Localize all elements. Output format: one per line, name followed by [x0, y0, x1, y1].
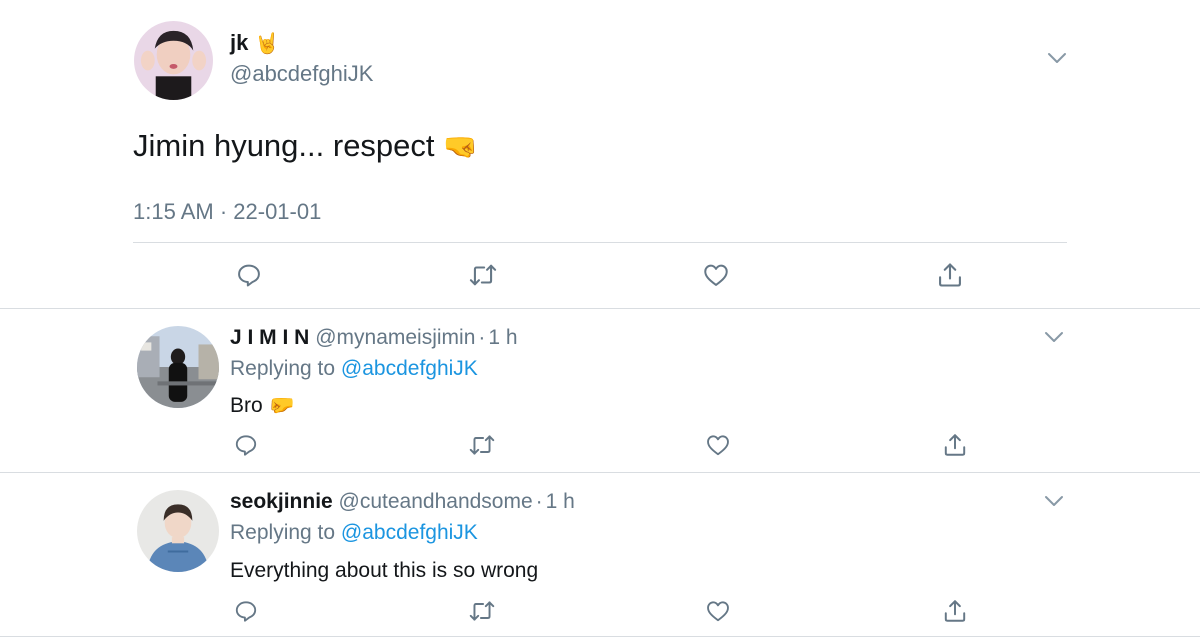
time-separator: · — [478, 326, 486, 349]
retweet-button[interactable] — [465, 428, 499, 462]
avatar-jimin[interactable] — [137, 326, 219, 408]
replying-to-link[interactable]: @abcdefghiJK — [341, 357, 478, 380]
reply-header: seokjinnie @cuteandhandsome · 1 h — [230, 489, 575, 515]
retweet-button[interactable] — [465, 594, 499, 628]
retweet-button[interactable] — [466, 258, 500, 292]
retweet-icon — [469, 601, 495, 621]
avatar-seokjinnie[interactable] — [137, 490, 219, 572]
tweet-text-line: Jimin hyung... respect 🤜 — [133, 127, 478, 166]
reply-menu-button[interactable] — [1043, 329, 1065, 345]
tweet-menu-button[interactable] — [1046, 50, 1068, 66]
reply-author-handle[interactable]: @cuteandhandsome — [339, 490, 533, 513]
retweet-icon — [469, 264, 497, 286]
author-name[interactable]: jk — [230, 30, 248, 55]
reply-author-handle[interactable]: @mynameisjimin — [315, 326, 475, 349]
like-button[interactable] — [701, 428, 735, 462]
like-button[interactable] — [699, 258, 733, 292]
replying-to-link[interactable]: @abcdefghiJK — [341, 521, 478, 544]
reply-text-line: Bro 🤛 — [230, 393, 295, 419]
replying-to-label: Replying to — [230, 357, 336, 380]
reply-button[interactable] — [229, 428, 263, 462]
share-icon — [939, 263, 961, 287]
reply-text: Everything about this is so wrong — [230, 559, 539, 582]
replying-to-line: Replying to @abcdefghiJK — [230, 520, 478, 546]
retweet-icon — [469, 435, 495, 455]
share-icon — [944, 434, 966, 456]
share-button[interactable] — [933, 258, 967, 292]
chevron-down-icon — [1045, 332, 1063, 342]
reply-icon — [238, 264, 260, 287]
author-emoji: 🤘 — [254, 33, 280, 55]
section-divider — [0, 308, 1200, 309]
reply-header: J I M I N @mynameisjimin · 1 h — [230, 325, 518, 351]
like-icon — [704, 264, 728, 286]
tweet-timestamp[interactable]: 1:15 AM · 22-01-01 — [133, 199, 321, 225]
reply-author-name[interactable]: J I M I N — [230, 326, 309, 349]
reply-icon — [235, 435, 257, 456]
reply-author-name[interactable]: seokjinnie — [230, 490, 333, 513]
chevron-down-icon — [1045, 496, 1063, 506]
reply-icon — [235, 601, 257, 622]
reply-menu-button[interactable] — [1043, 493, 1065, 509]
reply-time[interactable]: 1 h — [488, 326, 517, 349]
author-handle[interactable]: @abcdefghiJK — [230, 61, 373, 87]
section-divider — [0, 472, 1200, 473]
section-divider — [0, 636, 1200, 637]
reply-button[interactable] — [232, 258, 266, 292]
tweet-divider — [133, 242, 1067, 243]
share-button[interactable] — [938, 594, 972, 628]
tweet-text: Jimin hyung... respect — [133, 128, 435, 163]
like-icon — [707, 435, 729, 456]
chevron-down-icon — [1048, 53, 1066, 63]
replying-to-label: Replying to — [230, 521, 336, 544]
share-icon — [944, 600, 966, 622]
avatar-jk[interactable] — [134, 21, 213, 100]
reply-button[interactable] — [229, 594, 263, 628]
reply-text: Bro — [230, 394, 263, 417]
reply-text-emoji: 🤛 — [268, 394, 295, 417]
like-button[interactable] — [701, 594, 735, 628]
share-button[interactable] — [938, 428, 972, 462]
author-line: jk 🤘 — [230, 30, 279, 57]
replying-to-line: Replying to @abcdefghiJK — [230, 356, 478, 382]
time-separator: · — [535, 490, 543, 513]
like-icon — [707, 601, 729, 622]
reply-time[interactable]: 1 h — [546, 490, 575, 513]
tweet-text-emoji: 🤜 — [443, 131, 479, 162]
